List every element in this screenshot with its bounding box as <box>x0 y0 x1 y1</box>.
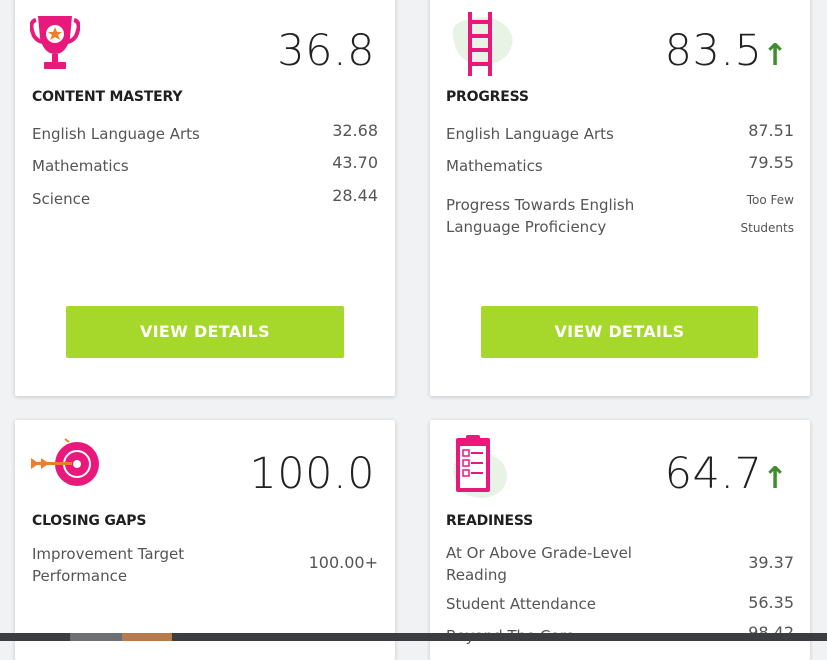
progress-row-label: English Language Arts <box>446 125 614 143</box>
progress-title: PROGRESS <box>446 89 529 105</box>
ladder-icon <box>452 12 513 76</box>
trophy-icon <box>30 16 80 69</box>
readiness-title: READINESS <box>446 513 534 529</box>
trend-up-icon: ↑ <box>762 461 788 496</box>
content-mastery-row-value: 32.68 <box>332 121 378 140</box>
closing-gaps-title: CLOSING GAPS <box>32 513 147 529</box>
readiness-score: 64.7↑ <box>665 453 788 496</box>
progress-card: 83.5↑ PROGRESS English Language Arts 87.… <box>430 0 810 396</box>
progress-row-value-line: Students <box>740 221 795 235</box>
bottom-bar <box>0 633 827 641</box>
closing-gaps-row-label-line: Improvement Target <box>32 545 185 563</box>
content-mastery-row-label: Science <box>32 190 91 208</box>
closing-gaps-score: 100.0 <box>249 449 375 499</box>
readiness-score-value: 64.7 <box>664 449 763 499</box>
progress-row-label-line: Progress Towards English <box>446 196 635 214</box>
content-mastery-row-value: 28.44 <box>332 186 378 205</box>
content-mastery-row-label: English Language Arts <box>32 125 200 143</box>
progress-row-label: Mathematics <box>446 157 543 175</box>
readiness-row-label: Student Attendance <box>446 595 597 613</box>
progress-row-value: 79.55 <box>748 153 794 172</box>
readiness-row-label-line: At Or Above Grade-Level <box>446 544 632 562</box>
view-details-button[interactable]: VIEW DETAILS <box>66 306 344 358</box>
progress-row-value: Too Few Students <box>741 186 795 242</box>
progress-row-label: Progress Towards English Language Profic… <box>446 194 634 238</box>
view-details-button[interactable]: VIEW DETAILS <box>481 306 758 358</box>
closing-gaps-card: 100.0 CLOSING GAPS Improvement Target Pe… <box>15 420 395 660</box>
bottom-bar-segment <box>122 633 172 641</box>
readiness-row-label-line: Reading <box>446 566 507 584</box>
progress-row-value: 87.51 <box>748 121 794 140</box>
closing-gaps-row-label-line: Performance <box>32 567 128 585</box>
content-mastery-title: CONTENT MASTERY <box>32 89 183 105</box>
trend-up-icon: ↑ <box>762 38 788 73</box>
closing-gaps-row-label: Improvement Target Performance <box>32 543 184 587</box>
progress-score-value: 83.5 <box>664 26 763 76</box>
content-mastery-row-label: Mathematics <box>32 157 129 175</box>
readiness-row-label: At Or Above Grade-Level Reading <box>446 542 632 586</box>
closing-gaps-row-value: 100.00+ <box>308 553 378 572</box>
content-mastery-score: 36.8 <box>277 26 375 76</box>
content-mastery-card: 36.8 CONTENT MASTERY English Language Ar… <box>15 0 395 396</box>
progress-row-label-line: Language Proficiency <box>446 218 607 236</box>
progress-score: 83.5↑ <box>665 30 788 73</box>
readiness-row-value: 39.37 <box>748 553 794 572</box>
readiness-row-value: 56.35 <box>748 593 794 612</box>
progress-row-value-line: Too Few <box>746 193 794 207</box>
bottom-bar-segment <box>70 633 122 641</box>
target-icon <box>31 438 99 486</box>
readiness-card: 64.7↑ READINESS At Or Above Grade-Level … <box>430 420 810 660</box>
content-mastery-row-value: 43.70 <box>332 153 378 172</box>
clipboard-icon <box>453 435 507 498</box>
